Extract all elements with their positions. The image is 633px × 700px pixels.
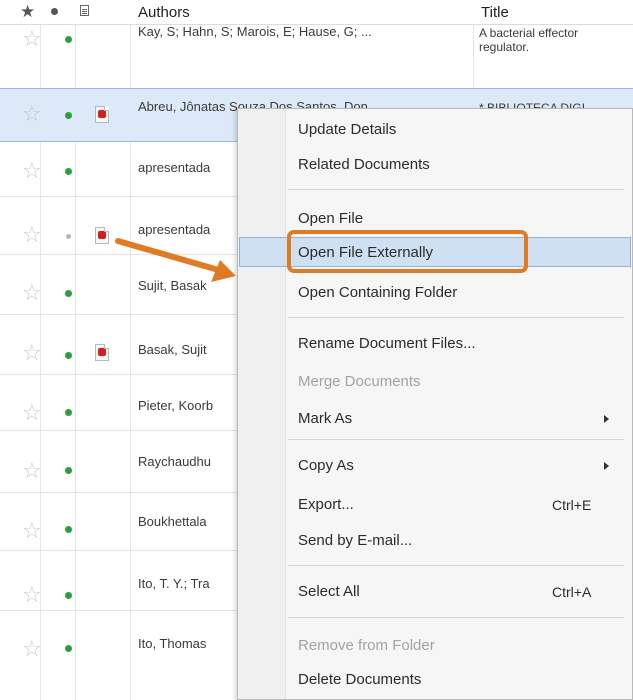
document-list-window: ★ Authors Title ☆ Kay, S; Hahn, S; Maroi… xyxy=(0,0,633,700)
callout-arrow-icon xyxy=(115,238,236,282)
